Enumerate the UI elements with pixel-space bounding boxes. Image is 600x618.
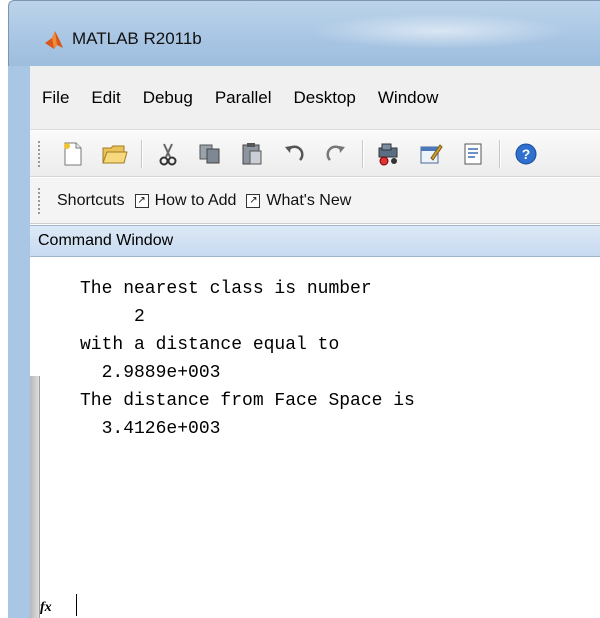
output-line: 2: [80, 307, 145, 327]
matlab-logo-icon: [45, 31, 63, 49]
paste-icon[interactable]: [236, 138, 268, 170]
menu-debug[interactable]: Debug: [143, 88, 193, 108]
menu-window[interactable]: Window: [378, 88, 438, 108]
shortcut-arrow-icon: ↗: [134, 193, 149, 208]
command-window-title: Command Window: [38, 232, 174, 249]
window-frame-left: [8, 66, 30, 618]
menu-edit[interactable]: Edit: [91, 88, 120, 108]
window-title: MATLAB R2011b: [72, 29, 202, 48]
cut-icon[interactable]: [152, 138, 184, 170]
command-output: The nearest class is number 2 with a dist…: [80, 275, 415, 443]
command-window-scrollbar[interactable]: [30, 376, 40, 618]
shortcut-how-to-add[interactable]: ↗ How to Add: [134, 191, 237, 210]
shortcuts-grip[interactable]: [38, 187, 43, 214]
title-glow: [309, 13, 569, 49]
help-icon[interactable]: ?: [510, 138, 542, 170]
output-line: 2.9889e+003: [80, 363, 221, 383]
shortcut-whats-new-label: What's New: [266, 191, 352, 209]
shortcut-whats-new[interactable]: ↗ What's New: [246, 192, 351, 210]
open-folder-icon[interactable]: [99, 138, 131, 170]
output-line: The nearest class is number: [80, 279, 372, 299]
command-window-header[interactable]: Command Window: [30, 225, 600, 257]
simulink-icon[interactable]: [373, 138, 405, 170]
function-browser-icon[interactable]: fx: [40, 600, 52, 616]
redo-icon[interactable]: [320, 138, 352, 170]
menu-file[interactable]: File: [42, 88, 69, 108]
output-line: 3.4126e+003: [80, 419, 221, 439]
toolbar: ?: [30, 131, 600, 177]
menu-desktop[interactable]: Desktop: [294, 88, 356, 108]
title-bar[interactable]: MATLAB R2011b: [8, 0, 600, 67]
menu-bar: File Edit Debug Parallel Desktop Window: [30, 66, 600, 130]
profiler-icon[interactable]: [457, 138, 489, 170]
shortcut-how-to-add-label: How to Add: [154, 191, 237, 209]
command-prompt-cursor[interactable]: [76, 594, 77, 616]
output-line: The distance from Face Space is: [80, 391, 415, 411]
toolbar-separator: [499, 139, 500, 168]
new-file-icon[interactable]: [57, 138, 89, 170]
output-line: with a distance equal to: [80, 335, 340, 355]
shortcuts-bar: Shortcuts ↗ How to Add ↗ What's New: [30, 178, 600, 224]
shortcut-arrow-icon: ↗: [246, 193, 261, 208]
toolbar-separator: [141, 139, 142, 168]
toolbar-separator: [362, 139, 363, 168]
guide-icon[interactable]: [415, 138, 447, 170]
command-window[interactable]: The nearest class is number 2 with a dist…: [30, 258, 600, 618]
shortcuts-label[interactable]: Shortcuts: [57, 192, 125, 210]
menu-parallel[interactable]: Parallel: [215, 88, 272, 108]
undo-icon[interactable]: [278, 138, 310, 170]
svg-text:?: ?: [522, 146, 531, 162]
copy-icon[interactable]: [194, 138, 226, 170]
toolbar-grip[interactable]: [38, 140, 43, 167]
